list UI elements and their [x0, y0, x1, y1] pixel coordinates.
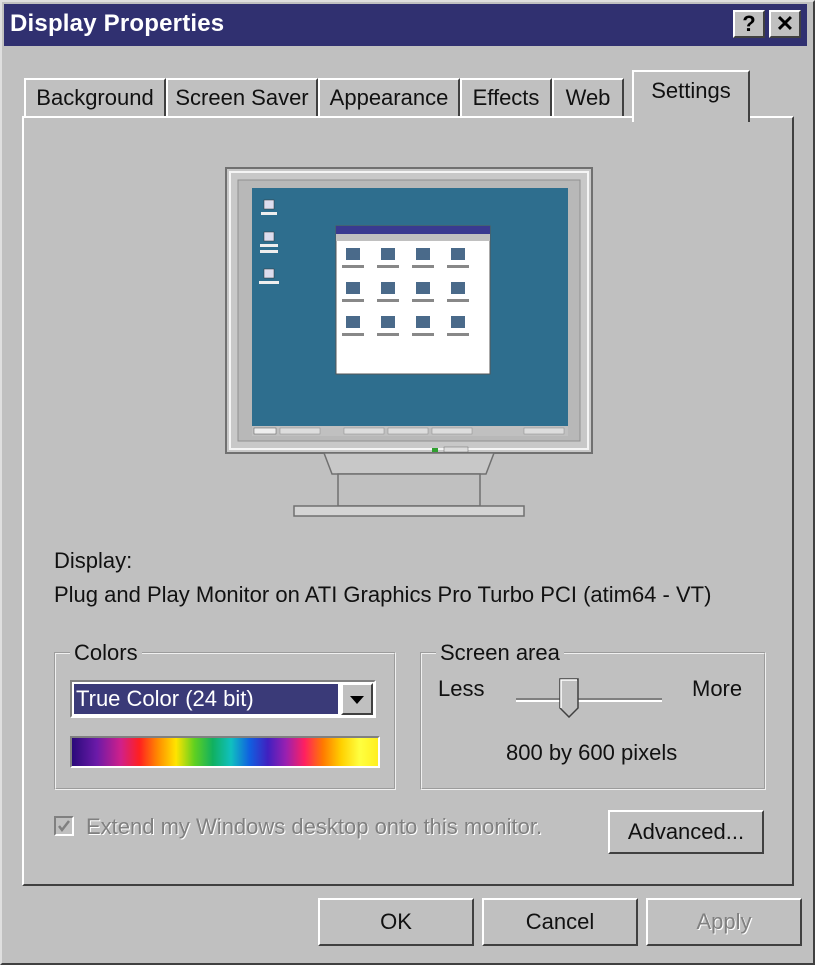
cancel-button[interactable]: Cancel: [482, 898, 638, 946]
screen-area-legend: Screen area: [436, 640, 564, 666]
advanced-button-label: Advanced...: [627, 819, 745, 844]
tab-settings[interactable]: Settings: [632, 70, 750, 122]
title-bar[interactable]: Display Properties ? ✕: [4, 4, 807, 46]
resolution-value: 800 by 600 pixels: [506, 740, 678, 765]
settings-panel: Display: Plug and Play Monitor on ATI Gr…: [22, 116, 794, 886]
colors-legend: Colors: [70, 640, 142, 666]
resolution-slider-thumb[interactable]: [558, 678, 579, 719]
colors-selected-value: True Color (24 bit): [74, 684, 338, 714]
tab-screen-saver[interactable]: Screen Saver: [166, 78, 318, 118]
monitor-preview: [225, 167, 593, 517]
color-spectrum-bar: [70, 736, 380, 768]
monitor-stand: [322, 452, 496, 475]
advanced-button[interactable]: Advanced...: [608, 810, 764, 854]
extend-desktop-checkbox[interactable]: [54, 816, 74, 836]
chevron-down-icon[interactable]: [341, 683, 373, 715]
tab-appearance[interactable]: Appearance: [318, 78, 460, 118]
display-device-name: Plug and Play Monitor on ATI Graphics Pr…: [54, 582, 712, 607]
tab-web[interactable]: Web: [552, 78, 624, 118]
tab-effects[interactable]: Effects: [460, 78, 552, 118]
window-title: Display Properties: [10, 10, 225, 37]
screen-area-group: Screen area Less More 800 by 600 pixels: [420, 640, 766, 790]
ok-button[interactable]: OK: [318, 898, 474, 946]
close-button[interactable]: ✕: [769, 10, 801, 38]
display-properties-window: Display Properties ? ✕ Background Screen…: [0, 0, 815, 965]
tab-background[interactable]: Background: [24, 78, 166, 118]
colors-group: Colors True Color (24 bit): [54, 640, 396, 790]
resolution-slider-track[interactable]: [516, 698, 662, 702]
less-label: Less: [438, 676, 485, 701]
extend-desktop-label: Extend my Windows desktop onto this moni…: [86, 814, 543, 839]
colors-dropdown[interactable]: True Color (24 bit): [70, 680, 376, 718]
monitor-base: [293, 505, 525, 517]
help-button[interactable]: ?: [733, 10, 765, 38]
display-label: Display:: [54, 548, 133, 573]
preview-window: [335, 225, 491, 375]
apply-button[interactable]: Apply: [646, 898, 802, 946]
more-label: More: [692, 676, 743, 701]
